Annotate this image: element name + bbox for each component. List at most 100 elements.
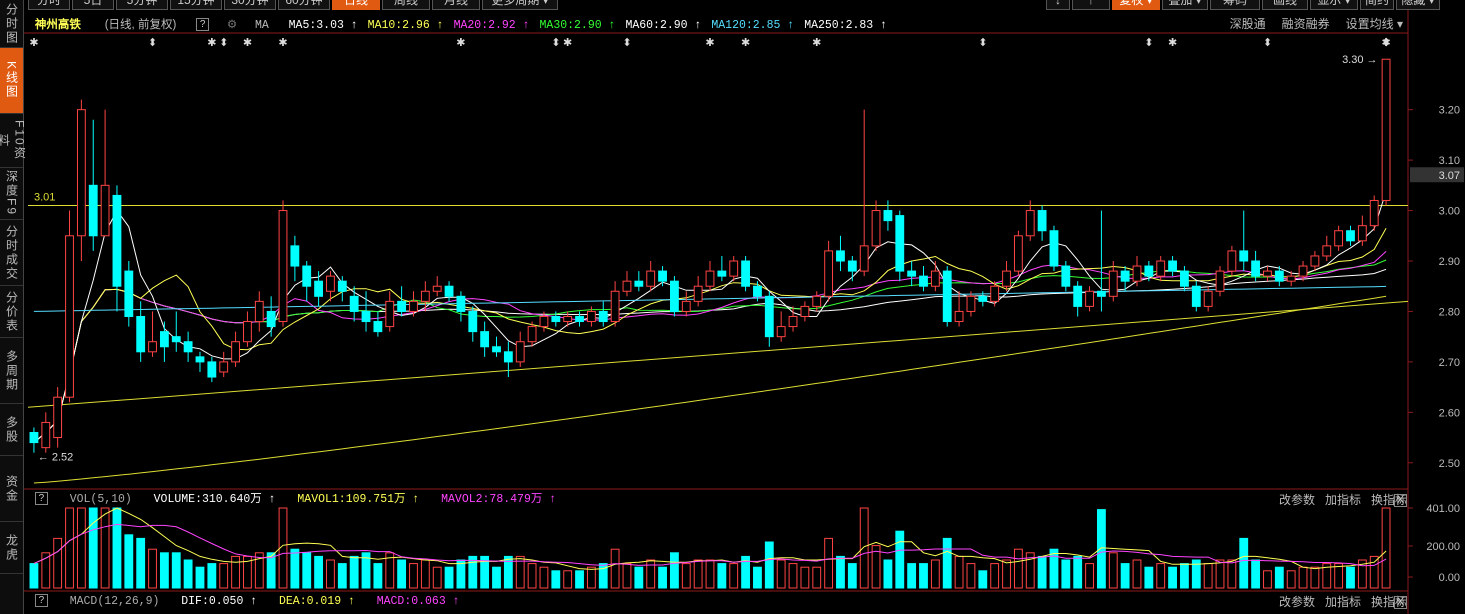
volume-bar <box>729 563 739 589</box>
volume-bar <box>919 563 928 589</box>
candle-body <box>966 295 976 312</box>
price-tick-label: 2.50 <box>1439 458 1460 470</box>
candle-body <box>670 280 679 312</box>
volume-bar <box>1037 555 1047 589</box>
candle-body <box>148 341 157 353</box>
candle-body <box>1369 199 1379 227</box>
price-tick-label: 3.20 <box>1439 105 1460 117</box>
volume-bar <box>1310 566 1320 589</box>
volume-bar <box>1239 537 1249 589</box>
volume-bar <box>717 563 727 589</box>
candle-body <box>622 280 632 292</box>
candle-body <box>266 310 276 328</box>
volume-bar <box>1120 563 1130 589</box>
volume-bar <box>314 555 324 589</box>
event-marker-icon: ✱ <box>456 36 465 49</box>
event-marker-icon: ✱ <box>278 36 287 49</box>
volume-bar <box>409 563 418 589</box>
volume-bar <box>1002 559 1011 589</box>
candle-body <box>776 326 786 338</box>
volume-bar <box>1061 559 1071 589</box>
candle-body <box>1334 230 1344 247</box>
volume-bar <box>1180 563 1189 589</box>
candle-body <box>717 270 727 277</box>
volume-bar <box>776 559 786 589</box>
candle-body <box>1025 210 1035 237</box>
volume-bar <box>1369 555 1379 589</box>
volume-bar <box>65 507 74 589</box>
candle-body <box>1322 245 1332 257</box>
ma250-line <box>33 295 1387 484</box>
candle-body <box>385 300 395 328</box>
vol-tick-label: 200.00 <box>1426 541 1460 553</box>
candle-body <box>1156 260 1166 277</box>
candle-body <box>397 300 407 312</box>
volume-bar <box>907 563 917 589</box>
volume-bar <box>836 555 845 589</box>
volume-bar <box>800 566 810 589</box>
candle-body <box>278 210 288 323</box>
candle-body <box>871 210 881 247</box>
volume-bar <box>1156 563 1166 589</box>
volume-bar <box>705 559 715 589</box>
candle-body <box>1144 265 1154 277</box>
volume-bar <box>693 559 703 589</box>
candle-body <box>824 250 834 297</box>
volume-bar <box>1215 559 1225 589</box>
candle-body <box>219 361 229 373</box>
volume-bar <box>231 555 240 589</box>
volume-bar <box>1346 566 1355 589</box>
event-marker-icon: ⬍ <box>1144 36 1153 49</box>
hline-label: 3.01 <box>34 192 55 204</box>
volume-bar <box>76 507 86 589</box>
price-tick-label: 2.90 <box>1439 256 1460 268</box>
volume-bar <box>812 566 822 589</box>
candle-body <box>1286 275 1296 282</box>
volume-bar <box>551 570 561 589</box>
candle-body <box>859 245 869 272</box>
volume-bar <box>1286 570 1296 589</box>
candle-body <box>468 310 478 333</box>
candle-body <box>53 396 63 439</box>
candle-body <box>515 341 525 363</box>
candle-body <box>124 270 134 317</box>
volume-bar <box>349 555 359 589</box>
price-tick-label: 2.70 <box>1439 357 1460 369</box>
volume-bar <box>1085 563 1094 589</box>
candle-body <box>76 109 86 237</box>
volume-bar <box>764 541 774 589</box>
price-tick-label: 2.80 <box>1439 306 1460 318</box>
volume-bar <box>658 566 667 589</box>
candle-body <box>930 270 940 287</box>
candle-body <box>420 290 430 302</box>
event-marker-icon: ⬍ <box>1381 36 1390 49</box>
candle-body <box>29 432 39 444</box>
volume-bar <box>29 563 39 589</box>
volume-bar <box>1227 559 1237 589</box>
volume-bar <box>586 566 596 589</box>
candle-body <box>847 260 857 272</box>
volume-bar <box>136 537 146 589</box>
volume-bar <box>53 537 63 589</box>
candle-body <box>65 235 74 398</box>
volume-bar <box>788 563 798 589</box>
candle-body <box>1120 270 1130 282</box>
event-marker-icon: ✱ <box>1168 36 1177 49</box>
candle-body <box>432 285 442 292</box>
volume-bar <box>859 507 869 589</box>
candle-body <box>907 270 917 277</box>
volume-bar <box>966 563 976 589</box>
candle-body <box>314 280 324 297</box>
volume-bar <box>670 552 679 589</box>
volume-bar <box>634 566 644 589</box>
current-price-label: 3.07 <box>1439 170 1460 182</box>
candle-body <box>1215 270 1225 292</box>
candle-body <box>729 260 739 277</box>
volume-bar <box>112 507 122 589</box>
volume-bar <box>195 566 205 589</box>
volume-bar <box>883 559 893 589</box>
event-marker-icon: ✱ <box>812 36 821 49</box>
candle-body <box>444 285 454 297</box>
candle-body <box>1013 235 1023 272</box>
kline-chart[interactable]: 3.20 3.10 3.00 2.90 2.80 2.70 2.60 2.50 3.07 3.01… <box>0 0 1465 614</box>
